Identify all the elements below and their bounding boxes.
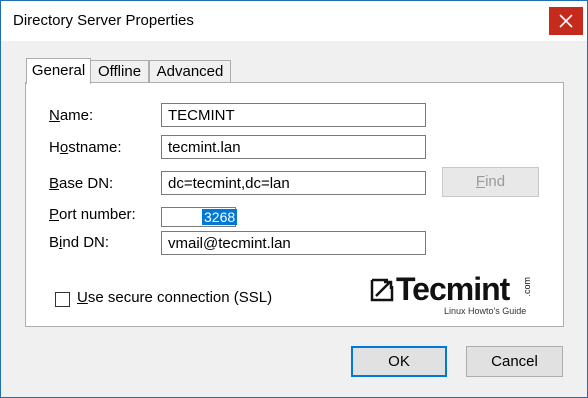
tecmint-logo: Tecmint .com Linux Howto's Guide [370,271,540,316]
base-dn-field[interactable]: dc=tecmint,dc=lan [161,171,426,195]
tab-label: Offline [97,63,142,80]
logo-suffix: .com [522,277,532,297]
cancel-button[interactable]: Cancel [466,346,563,377]
base-dn-label: Base DN: [49,175,114,192]
bind-dn-field[interactable]: vmail@tecmint.lan [161,231,426,255]
close-button[interactable] [549,7,583,35]
logo-mark-icon [370,278,394,302]
logo-tagline: Linux Howto's Guide [444,306,527,316]
bind-dn-label: Bind DN: [49,234,110,251]
title-bar: Directory Server Properties [1,1,587,41]
find-button[interactable]: Find [442,167,539,197]
ssl-label[interactable]: Use secure connection (SSL) [77,289,272,306]
close-icon [559,14,573,28]
hostname-field[interactable]: tecmint.lan [161,135,426,159]
name-label: Name: [49,107,94,124]
window-title: Directory Server Properties [13,12,194,29]
tab-offline[interactable]: Offline [90,60,149,83]
ok-button[interactable]: OK [351,346,447,377]
tab-advanced[interactable]: Advanced [149,60,231,83]
port-value: 3268 [202,209,238,225]
ssl-checkbox[interactable] [55,292,70,307]
tab-general[interactable]: General [26,58,91,84]
port-field[interactable]: 3268 [161,207,238,227]
tab-label: General [31,62,86,79]
properties-dialog: Directory Server Properties General Offl… [0,0,588,398]
name-field[interactable]: TECMINT [161,103,426,127]
hostname-label: Hostname: [49,139,122,156]
port-label: Port number: [49,206,136,223]
tab-label: Advanced [156,63,224,80]
general-panel: Name: TECMINT Hostname: tecmint.lan Base… [25,82,564,327]
logo-wordmark: Tecmint [396,271,510,307]
